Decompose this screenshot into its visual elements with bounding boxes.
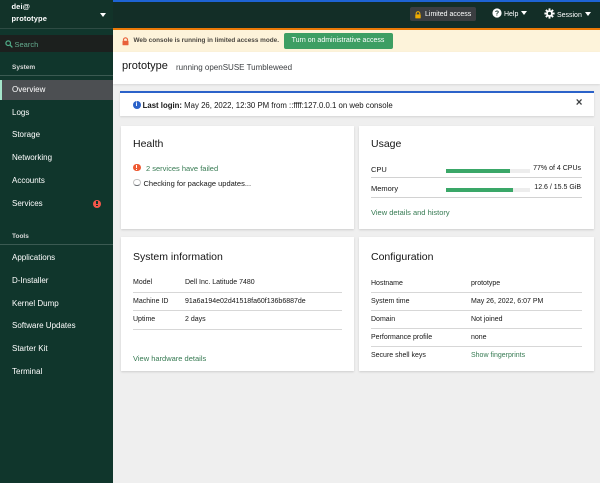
svg-text:?: ? bbox=[495, 11, 499, 18]
